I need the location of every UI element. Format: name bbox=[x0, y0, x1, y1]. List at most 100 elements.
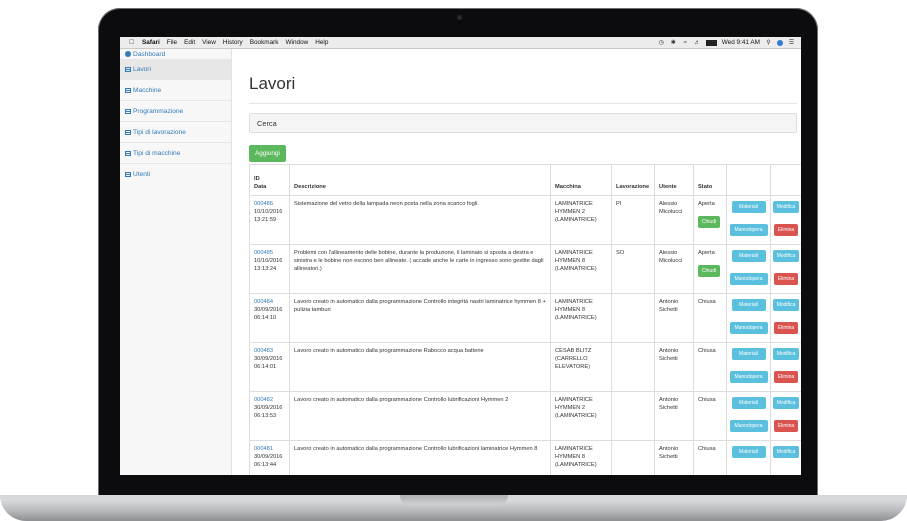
job-id-link[interactable]: 000485 bbox=[254, 250, 273, 256]
row-actions-2: Modifica Elimina bbox=[771, 196, 801, 244]
job-time: 13:21:59 bbox=[254, 217, 277, 223]
modifica-button[interactable]: Modifica bbox=[773, 348, 799, 360]
bluetooth-icon[interactable]: ✱ bbox=[670, 40, 677, 46]
menu-edit[interactable]: Edit bbox=[184, 39, 195, 46]
job-status: Chiusa bbox=[698, 397, 716, 403]
job-date: 10/10/2016 bbox=[254, 258, 283, 264]
menu-history[interactable]: History bbox=[223, 39, 243, 46]
job-description: Lavoro creato in automatico dalla progra… bbox=[290, 343, 551, 391]
job-id-link[interactable]: 000486 bbox=[254, 201, 273, 207]
siri-icon[interactable] bbox=[777, 39, 783, 46]
close-job-button[interactable]: Chiudi bbox=[698, 265, 720, 277]
clock[interactable]: Wed 9:41 AM bbox=[722, 39, 760, 46]
header-actions-2 bbox=[771, 165, 801, 195]
menu-safari[interactable]: Safari bbox=[142, 39, 160, 46]
sidebar-item-dashboard[interactable]: Dashboard bbox=[120, 49, 231, 59]
sidebar-item-tipi-di-lavorazione[interactable]: Tipi di lavorazione bbox=[120, 122, 231, 143]
job-id-link[interactable]: 000483 bbox=[254, 348, 273, 354]
row-id-date: 000483 30/09/2016 06:14:01 bbox=[250, 343, 290, 391]
battery-icon[interactable] bbox=[705, 39, 717, 46]
job-status-cell: Aperta Chiudi bbox=[694, 245, 727, 293]
elimina-button[interactable]: Elimina bbox=[774, 371, 798, 383]
materiali-button[interactable]: Materiali bbox=[731, 201, 766, 213]
job-machine: LAMINATRICE HYMMEN 8 (LAMINATRICE) bbox=[551, 294, 612, 342]
job-id-link[interactable]: 000482 bbox=[254, 397, 273, 403]
job-date: 30/09/2016 bbox=[254, 356, 283, 362]
job-lavorazione bbox=[612, 441, 655, 475]
sidebar-item-programmazione[interactable]: Programmazione bbox=[120, 101, 231, 122]
header-stato[interactable]: Stato bbox=[694, 165, 727, 195]
modifica-button[interactable]: Modifica bbox=[773, 397, 799, 409]
row-actions-2: Modifica Elimina bbox=[771, 343, 801, 391]
elimina-button[interactable]: Elimina bbox=[774, 322, 798, 334]
manodopera-button[interactable]: Manodopera bbox=[729, 224, 768, 236]
materiali-button[interactable]: Materiali bbox=[731, 446, 766, 458]
manodopera-button[interactable]: Manodopera bbox=[729, 322, 768, 334]
manodopera-button[interactable]: Manodopera bbox=[729, 273, 768, 285]
row-actions-1: Materiali Manodopera bbox=[727, 196, 771, 244]
table-row: 000483 30/09/2016 06:14:01 Lavoro creato… bbox=[250, 343, 801, 392]
job-description: Sistemazione del vetro della lampada neo… bbox=[290, 196, 551, 244]
job-time: 06:13:53 bbox=[254, 413, 277, 419]
job-description: Lavoro creato in automatico dalla progra… bbox=[290, 294, 551, 342]
page-title: Lavori bbox=[249, 74, 296, 93]
row-id-date: 000484 30/09/2016 06:14:10 bbox=[250, 294, 290, 342]
modifica-button[interactable]: Modifica bbox=[773, 299, 799, 311]
job-lavorazione: SO bbox=[612, 245, 655, 293]
job-lavorazione bbox=[612, 343, 655, 391]
title-divider bbox=[249, 103, 797, 104]
volume-icon[interactable]: ♬ bbox=[694, 40, 701, 46]
row-actions-1: Materiali bbox=[727, 441, 771, 475]
job-user: Alessio Micolucci bbox=[655, 245, 694, 293]
header-utente[interactable]: Utente bbox=[655, 165, 694, 195]
job-id-link[interactable]: 000481 bbox=[254, 446, 273, 452]
materiali-button[interactable]: Materiali bbox=[731, 397, 766, 409]
close-job-button[interactable]: Chiudi bbox=[698, 216, 720, 228]
row-actions-1: Materiali Manodopera bbox=[727, 245, 771, 293]
job-description: Problemi con l'allineamento delle bobine… bbox=[290, 245, 551, 293]
header-macchina[interactable]: Macchina bbox=[551, 165, 612, 195]
add-button[interactable]: Aggiungi bbox=[249, 145, 286, 162]
row-actions-2: Modifica bbox=[771, 441, 801, 475]
header-lavorazione[interactable]: Lavorazione bbox=[612, 165, 655, 195]
manodopera-button[interactable]: Manodopera bbox=[729, 371, 768, 383]
manodopera-button[interactable]: Manodopera bbox=[729, 420, 768, 432]
elimina-button[interactable]: Elimina bbox=[774, 420, 798, 432]
sidebar-item-label: Programmazione bbox=[133, 107, 184, 115]
menu-view[interactable]: View bbox=[202, 39, 216, 46]
job-status-cell: Aperta Chiudi bbox=[694, 196, 727, 244]
sidebar-item-label: Tipi di macchine bbox=[133, 149, 181, 157]
materiali-button[interactable]: Materiali bbox=[731, 299, 766, 311]
row-actions-2: Modifica Elimina bbox=[771, 245, 801, 293]
materiali-button[interactable]: Materiali bbox=[731, 348, 766, 360]
apple-icon[interactable]:  bbox=[128, 39, 135, 46]
menu-help[interactable]: Help bbox=[315, 39, 328, 46]
sidebar-item-macchine[interactable]: Macchine bbox=[120, 80, 231, 101]
sidebar-item-label: Macchine bbox=[133, 86, 162, 94]
search-panel[interactable]: Cerca bbox=[249, 113, 797, 133]
elimina-button[interactable]: Elimina bbox=[774, 273, 798, 285]
sidebar-item-utenti[interactable]: Utenti bbox=[120, 164, 231, 184]
job-status-cell: Chiusa bbox=[694, 294, 727, 342]
jobs-table: ID Data Descrizione Macchina Lavorazione … bbox=[249, 164, 801, 475]
elimina-button[interactable]: Elimina bbox=[774, 224, 798, 236]
menu-bookmark[interactable]: Bookmark bbox=[250, 39, 279, 46]
header-id-date[interactable]: ID Data bbox=[250, 165, 290, 195]
menu-window[interactable]: Window bbox=[286, 39, 309, 46]
job-status-cell: Chiusa bbox=[694, 392, 727, 440]
notification-center-icon[interactable]: ☰ bbox=[788, 40, 795, 46]
sidebar-item-label: Utenti bbox=[133, 170, 151, 178]
modifica-button[interactable]: Modifica bbox=[773, 446, 799, 458]
spotlight-search-icon[interactable]: ⚲ bbox=[765, 40, 772, 46]
materiali-button[interactable]: Materiali bbox=[731, 250, 766, 262]
modifica-button[interactable]: Modifica bbox=[773, 201, 799, 213]
sidebar-item-tipi-di-macchine[interactable]: Tipi di macchine bbox=[120, 143, 231, 164]
header-descrizione[interactable]: Descrizione bbox=[290, 165, 551, 195]
menu-file[interactable]: File bbox=[167, 39, 177, 46]
modifica-button[interactable]: Modifica bbox=[773, 250, 799, 262]
sidebar-item-lavori[interactable]: Lavori bbox=[120, 59, 231, 80]
job-id-link[interactable]: 000484 bbox=[254, 299, 273, 305]
wifi-icon[interactable]: ≈ bbox=[682, 40, 689, 46]
table-row: 000482 30/09/2016 06:13:53 Lavoro creato… bbox=[250, 392, 801, 441]
time-machine-icon[interactable]: ◷ bbox=[658, 40, 665, 46]
